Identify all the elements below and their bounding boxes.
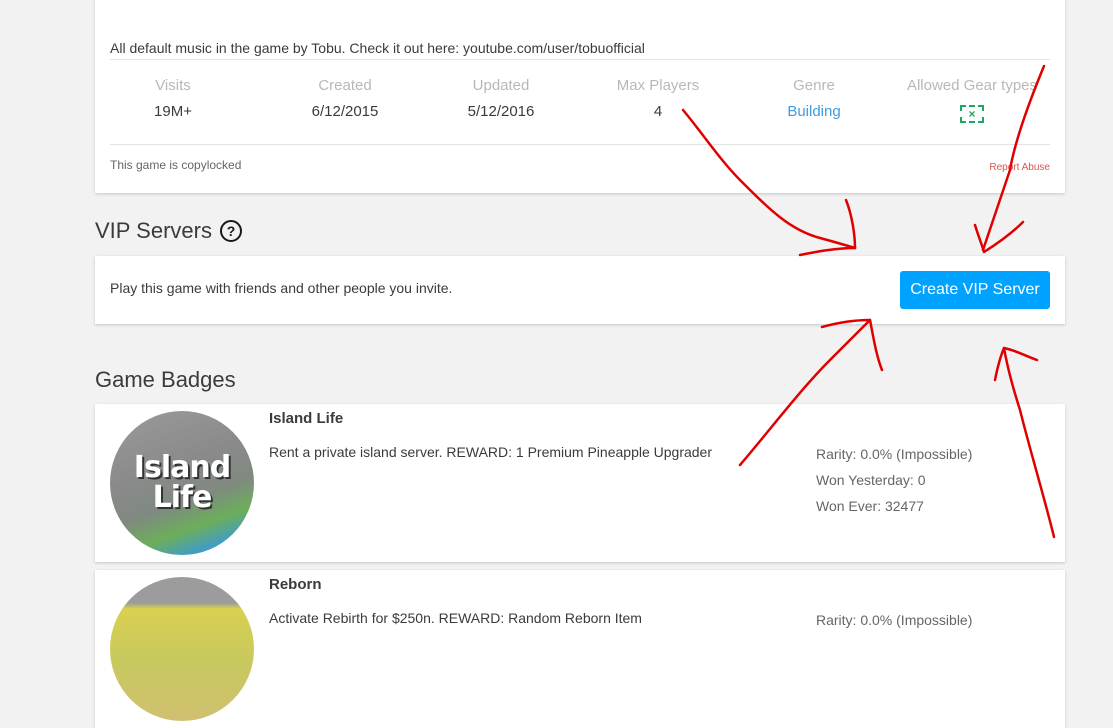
vip-servers-heading: VIP Servers? [95,218,242,244]
stat-value: 19M+ [154,103,192,120]
stat-label: Max Players [616,77,700,94]
badge-description: Activate Rebirth for $250n. REWARD: Rand… [269,610,642,626]
report-abuse-link[interactable]: Report Abuse [989,162,1050,173]
description-line: All default music in the game by Tobu. C… [110,40,645,56]
badge-won-ever: Won Ever: 32477 [816,498,924,514]
stat-visits: Visits 19M+ [95,76,251,122]
game-badges-title: Game Badges [95,367,236,392]
vip-description: Play this game with friends and other pe… [110,280,453,296]
stat-value: 6/12/2015 [311,103,379,120]
badge-item: Reborn Activate Rebirth for $250n. REWAR… [95,570,1065,728]
stat-allowed-gear: Allowed Gear types × [892,76,1052,124]
badge-description: Rent a private island server. REWARD: 1 … [269,444,713,460]
stat-created: Created 6/12/2015 [267,76,423,122]
badge-image[interactable] [110,577,254,721]
badge-name[interactable]: Island Life [269,410,343,427]
stat-label: Created [318,77,372,94]
create-vip-server-button[interactable]: Create VIP Server [900,271,1050,309]
arrow-annotation [993,346,1039,382]
stat-updated: Updated 5/12/2016 [423,76,579,122]
stat-genre: Genre Building [736,76,892,122]
badge-name[interactable]: Reborn [269,576,322,593]
stat-label: Updated [472,77,530,94]
stat-label: Allowed Gear types [906,77,1038,94]
stat-value: 4 [653,103,663,120]
vip-servers-card: Play this game with friends and other pe… [95,256,1065,324]
stat-label: Genre [793,77,835,94]
divider [110,59,1050,60]
copylocked-text: This game is copylocked [110,158,242,172]
genre-link[interactable]: Building [736,102,892,122]
stat-max-players: Max Players 4 [580,76,736,122]
help-icon[interactable]: ? [219,220,242,242]
arrow-annotation [798,198,857,257]
badge-stats: Rarity: 0.0% (Impossible) Won Yesterday:… [816,445,972,523]
badge-stats: Rarity: 0.0% (Impossible) [816,611,972,637]
vip-servers-title: VIP Servers [95,218,212,243]
divider [110,144,1050,145]
game-about-card: Follow @berezaagames on twitter for upda… [95,0,1065,193]
badge-rarity: Rarity: 0.0% (Impossible) [816,446,973,462]
badge-won-yesterday: Won Yesterday: 0 [816,472,926,488]
arrow-annotation [820,318,884,372]
badge-rarity: Rarity: 0.0% (Impossible) [816,612,973,628]
no-gear-icon: × [960,105,984,123]
badge-image[interactable]: Island Life [110,411,254,555]
arrow-annotation [973,220,1025,254]
badge-item: Island Life Island Life Rent a private i… [95,404,1065,562]
badge-image-text: Island Life [133,450,231,515]
stat-value: 5/12/2016 [467,103,535,120]
stat-label: Visits [155,77,191,94]
